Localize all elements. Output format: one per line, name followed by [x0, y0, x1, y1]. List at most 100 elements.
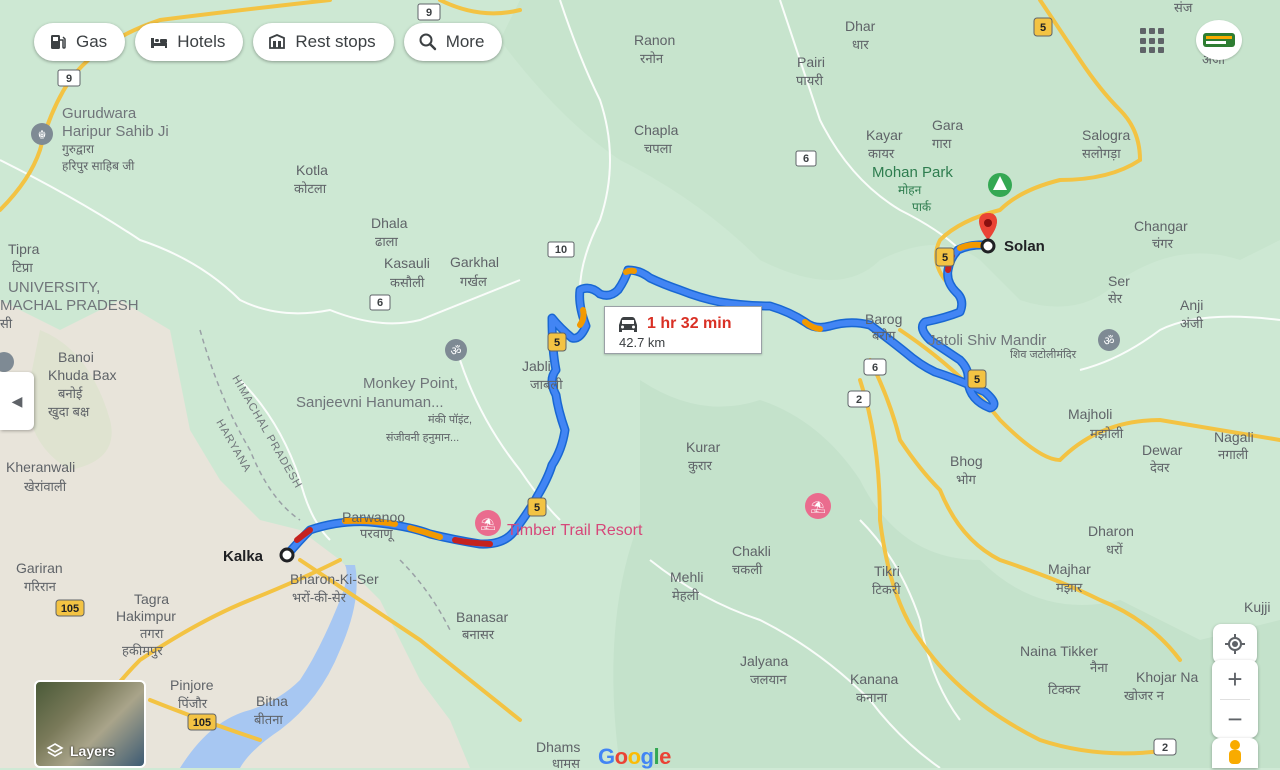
- map-canvas[interactable]: 9 9 5 6 10 6 5 6 2 5 5 5 105 105 2 ☬ ॐ ॐ…: [0, 0, 1280, 768]
- label-kanana: Kanana: [850, 671, 898, 687]
- layers-button[interactable]: Layers: [34, 680, 146, 768]
- road-shield-9: 9: [417, 3, 441, 21]
- label-majhar-hi: मझार: [1056, 580, 1083, 595]
- svg-text:☬: ☬: [38, 128, 47, 142]
- label-timber-trail[interactable]: Timber Trail Resort: [507, 522, 643, 539]
- label-ranon: Ranon: [634, 32, 675, 48]
- label-pinjore: Pinjore: [170, 677, 214, 693]
- svg-text:105: 105: [193, 717, 211, 729]
- label-mohan-park-hi1: मोहन: [898, 183, 922, 197]
- svg-text:6: 6: [803, 153, 809, 165]
- road-shield-2b: 2: [1153, 738, 1177, 756]
- temple-pin-icon-2[interactable]: ॐ: [1098, 329, 1120, 351]
- label-changar: Changar: [1134, 218, 1188, 234]
- svg-text:2: 2: [1162, 742, 1168, 754]
- gas-station-icon: [51, 35, 66, 49]
- zoom-out-button[interactable]: −: [1212, 700, 1258, 739]
- category-chips: Gas Hotels Rest stops More: [34, 23, 503, 61]
- label-bitna-hi: बीतना: [254, 712, 283, 727]
- label-bharon-hi: भरों-की-सेर: [292, 590, 347, 605]
- label-barog-hi: बरोग: [872, 328, 896, 343]
- collapse-panel-button[interactable]: ◀: [0, 372, 34, 430]
- label-majholi: Majholi: [1068, 406, 1112, 422]
- label-garkhal-hi: गर्खल: [460, 274, 487, 289]
- label-mohan-park-hi2: पार्क: [912, 200, 932, 214]
- route-duration: 1 hr 32 min: [647, 315, 732, 332]
- rest-stops-chip[interactable]: Rest stops: [253, 23, 394, 61]
- label-hakimpur: Hakimpur: [116, 608, 176, 624]
- label-nagali-hi: नगाली: [1218, 447, 1249, 462]
- label-dhar: Dhar: [845, 18, 876, 34]
- label-barog: Barog: [865, 311, 902, 327]
- label-parwanoo-hi: परवाणू: [360, 526, 395, 542]
- label-kheranwali-hi: खेरांवाली: [24, 479, 67, 494]
- label-garkhal: Garkhal: [450, 254, 499, 270]
- label-bharon: Bharon-Ki-Ser: [290, 571, 379, 587]
- street-view-pegman[interactable]: [1212, 738, 1258, 768]
- pegman-icon: [1229, 740, 1241, 764]
- label-jabli: Jabli: [522, 358, 551, 374]
- route-info-box[interactable]: 1 hr 32 min 42.7 km: [604, 306, 762, 354]
- label-pairi-hi: पायरी: [796, 73, 824, 88]
- google-logo: Google: [598, 744, 671, 770]
- svg-text:9: 9: [66, 73, 72, 85]
- label-monkey-hi1: मंकी पॉइंट,: [428, 413, 472, 426]
- label-gurudwara-hi2: हरिपुर साहिब जी: [62, 159, 135, 174]
- bed-icon: [151, 38, 168, 48]
- label-khuda-bax: Khuda Bax: [48, 367, 117, 383]
- more-chip-label: More: [445, 32, 485, 51]
- road-shield-5e: 5: [967, 369, 987, 389]
- label-naina-tikker: Naina Tikker: [1020, 643, 1098, 659]
- rest-stop-icon: [269, 34, 286, 49]
- label-chapla-hi: चपला: [644, 141, 672, 156]
- svg-text:5: 5: [942, 252, 948, 264]
- label-naina-hi2: टिक्कर: [1048, 682, 1081, 697]
- label-chakli: Chakli: [732, 543, 771, 559]
- label-tipra: Tipra: [8, 241, 40, 257]
- svg-text:6: 6: [872, 362, 878, 374]
- my-location-button[interactable]: [1213, 624, 1257, 664]
- label-chapla: Chapla: [634, 122, 679, 138]
- resort-pin-icon[interactable]: ⛱: [475, 510, 501, 536]
- label-parwanoo: Parwanoo: [342, 509, 405, 525]
- label-dhams: Dhams: [536, 739, 580, 755]
- label-kanana-hi: कनाना: [856, 690, 888, 705]
- label-kasauli-hi: कसौली: [390, 275, 425, 290]
- route-distance: 42.7 km: [619, 335, 666, 350]
- label-banoi-hi: बनोई: [58, 386, 83, 401]
- label-khojar: Khojar Na: [1136, 669, 1198, 685]
- apps-grid-icon[interactable]: [1140, 28, 1166, 54]
- label-gariran-hi: गरिरान: [24, 579, 57, 594]
- hotels-chip[interactable]: Hotels: [135, 23, 244, 61]
- more-chip[interactable]: More: [403, 23, 503, 61]
- zoom-controls: + −: [1212, 660, 1258, 738]
- resort-pin-icon-2[interactable]: ⛱: [805, 493, 831, 519]
- gas-chip[interactable]: Gas: [34, 23, 126, 61]
- temple-pin-icon[interactable]: ॐ: [445, 339, 467, 361]
- layers-label: Layers: [70, 743, 116, 759]
- label-gurudwara-2: Haripur Sahib Ji: [62, 123, 169, 140]
- svg-text:105: 105: [61, 603, 79, 615]
- label-gara-hi: गारा: [932, 136, 952, 151]
- label-dewar: Dewar: [1142, 442, 1183, 458]
- google-logo-text: Google: [598, 744, 671, 769]
- svg-text:5: 5: [1040, 22, 1046, 34]
- label-sanj-top: संज: [1174, 0, 1193, 15]
- label-tagra: Tagra: [134, 591, 169, 607]
- label-kalka: Kalka: [223, 548, 264, 565]
- road-shield-6b: 6: [369, 294, 391, 311]
- label-mehli-hi: मेहली: [672, 588, 699, 603]
- origin-marker[interactable]: [279, 547, 295, 563]
- label-khojar-hi: खोजर न: [1124, 688, 1165, 703]
- park-pin-icon[interactable]: [988, 173, 1012, 197]
- label-chakli-hi: चकली: [732, 562, 763, 577]
- label-tagra-hi: तगरा: [140, 626, 164, 641]
- road-shield-10: 10: [547, 241, 575, 258]
- label-salogra: Salogra: [1082, 127, 1130, 143]
- zoom-in-button[interactable]: +: [1212, 660, 1258, 699]
- layers-icon: [46, 743, 64, 757]
- label-jalyana-hi: जलयान: [750, 672, 787, 687]
- gurudwara-pin-icon[interactable]: ☬: [31, 123, 53, 145]
- label-majhar: Majhar: [1048, 561, 1091, 577]
- account-avatar[interactable]: [1196, 20, 1242, 60]
